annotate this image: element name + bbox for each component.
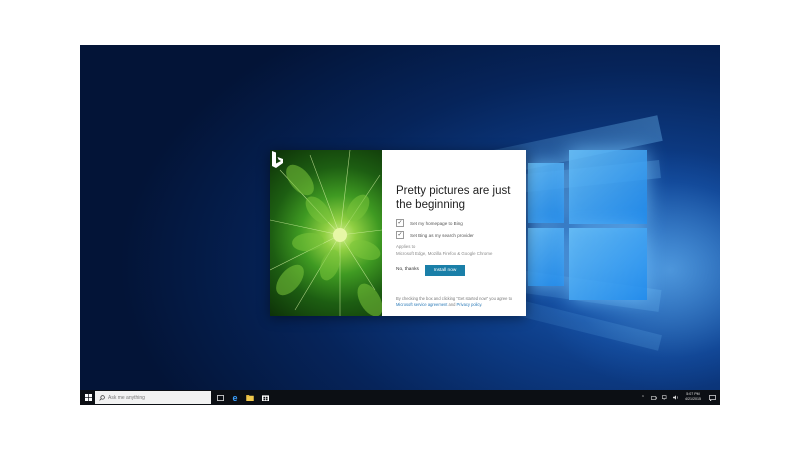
start-button[interactable]	[82, 390, 94, 405]
file-explorer-button[interactable]	[244, 390, 256, 405]
edge-icon: e	[232, 392, 238, 403]
tray-overflow-chevron-icon[interactable]: ⌃	[639, 390, 647, 405]
windows-logo-pane	[528, 228, 564, 286]
windows-logo-pane	[528, 163, 564, 223]
service-agreement-link[interactable]: Microsoft service agreement	[396, 302, 447, 307]
search-provider-option-label: Set Bing as my search provider	[410, 232, 474, 238]
search-icon	[99, 394, 105, 401]
no-thanks-link[interactable]: No, thanks	[396, 267, 419, 272]
task-view-button[interactable]	[214, 390, 226, 405]
network-icon[interactable]	[660, 390, 669, 405]
battery-icon[interactable]	[649, 390, 658, 405]
homepage-option[interactable]: ✓ Set my homepage to Bing	[396, 218, 463, 228]
dialog-title: Pretty pictures are just the beginning	[396, 185, 511, 211]
notification-icon	[708, 394, 716, 401]
store-icon	[261, 395, 269, 401]
action-center-button[interactable]	[706, 390, 718, 405]
legal-fineprint: By checking the box and clicking "Get st…	[396, 296, 513, 307]
bing-offer-dialog: Pretty pictures are just the beginning ✓…	[270, 150, 526, 316]
cortana-search-box[interactable]: Ask me anything	[95, 391, 211, 404]
windows-logo-pane	[569, 150, 647, 224]
edge-app-button[interactable]: e	[229, 390, 241, 405]
applies-to-value: Microsoft Edge, Mozilla Firefox & Google…	[396, 251, 493, 256]
succulent-hero-image	[270, 150, 382, 316]
windows-start-icon	[84, 394, 92, 401]
volume-icon[interactable]	[671, 390, 680, 405]
applies-to-heading: Applies to	[396, 244, 416, 249]
system-clock[interactable]: 5:07 PM 4/21/2015	[681, 392, 705, 401]
homepage-checkbox[interactable]: ✓	[396, 219, 404, 227]
store-app-button[interactable]	[259, 390, 271, 405]
search-placeholder: Ask me anything	[108, 394, 145, 401]
search-provider-option[interactable]: ✓ Set Bing as my search provider	[396, 230, 474, 240]
privacy-policy-link[interactable]: Privacy policy	[457, 302, 482, 307]
install-now-button[interactable]: Install now	[425, 265, 465, 276]
file-explorer-icon	[246, 394, 254, 401]
dialog-content: Pretty pictures are just the beginning ✓…	[396, 150, 518, 316]
windows-logo-pane	[569, 228, 647, 300]
taskbar: Ask me anything e ⌃ 5:07 PM 4/21/2015	[80, 390, 720, 405]
bing-logo-icon	[272, 151, 283, 168]
search-provider-checkbox[interactable]: ✓	[396, 231, 404, 239]
task-view-icon	[216, 394, 224, 401]
homepage-option-label: Set my homepage to Bing	[410, 220, 463, 226]
